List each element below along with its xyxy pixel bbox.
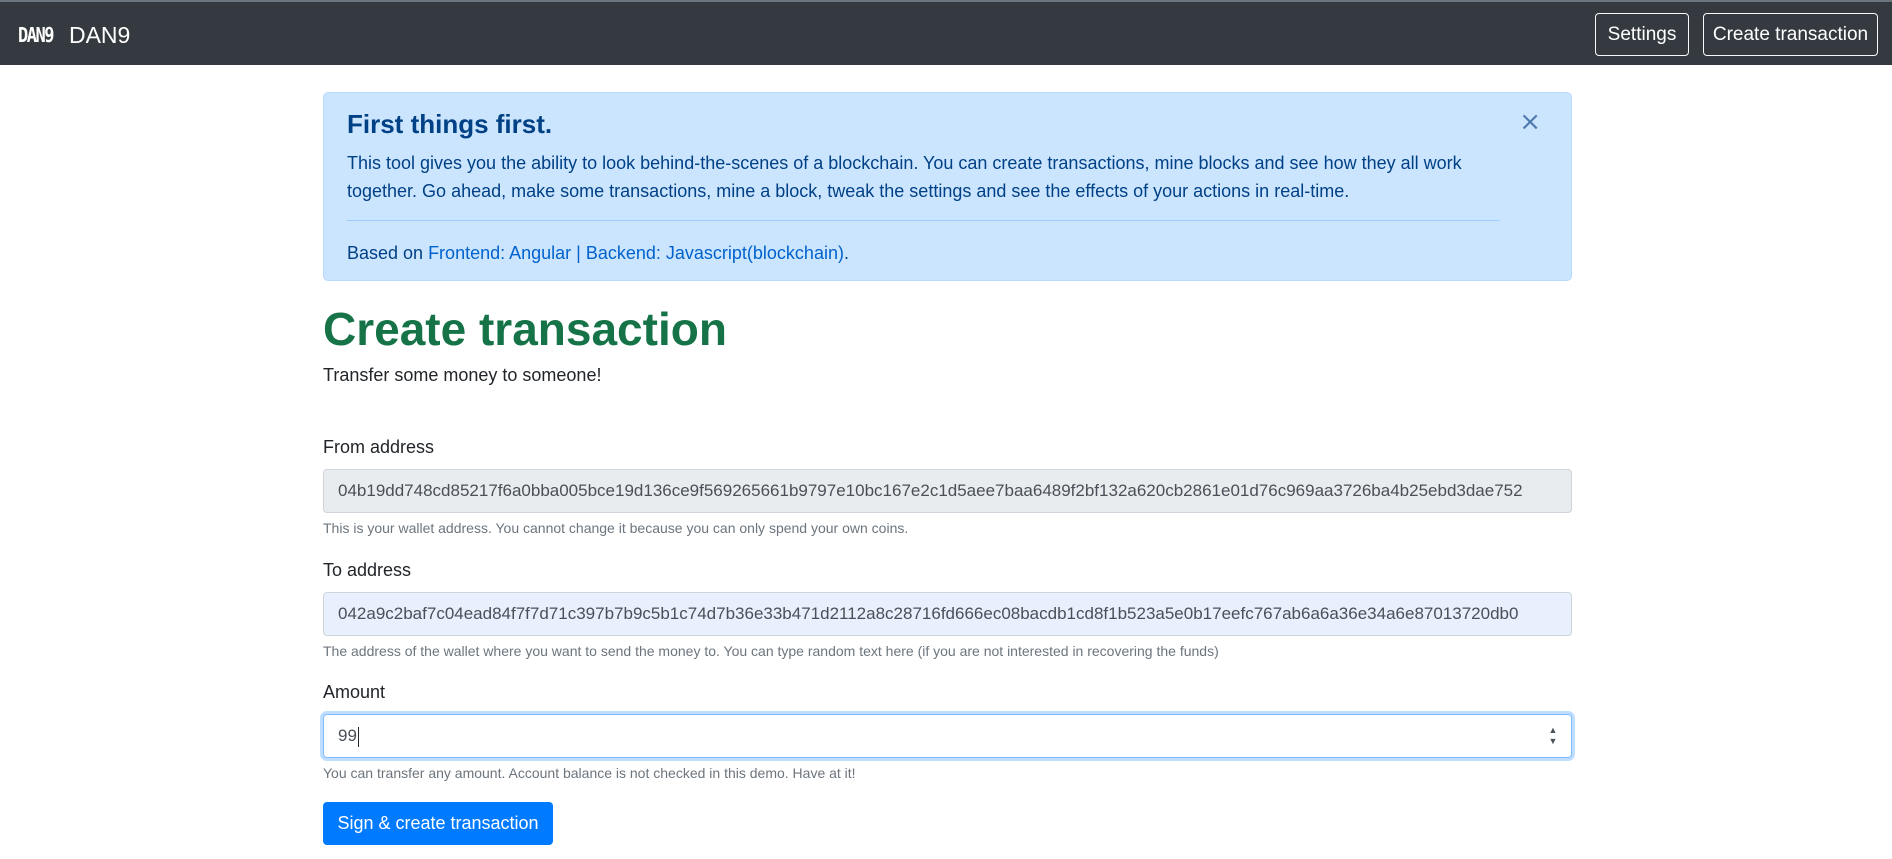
amount-input[interactable]: 99 ▲ ▼ <box>323 714 1572 758</box>
amount-value: 99 <box>338 726 357 745</box>
alert-divider <box>347 220 1500 221</box>
create-transaction-nav-button[interactable]: Create transaction <box>1703 13 1878 56</box>
from-address-label: From address <box>323 437 435 457</box>
alert-footer-prefix: Based on <box>347 243 429 263</box>
brand-logo: DAN9 <box>18 23 54 48</box>
page-title: Create transaction <box>323 303 727 355</box>
amount-help: You can transfer any amount. Account bal… <box>323 765 856 781</box>
brand-home-link[interactable]: DAN9 DAN9 <box>18 22 130 49</box>
alert-footer: Based on Frontend: Angular | Backend: Ja… <box>347 243 849 264</box>
settings-button[interactable]: Settings <box>1595 13 1689 56</box>
stepper-down-icon[interactable]: ▼ <box>1549 737 1558 746</box>
from-address-help: This is your wallet address. You cannot … <box>323 520 909 536</box>
intro-alert: First things first. × This tool gives yo… <box>323 92 1572 281</box>
to-address-label: To address <box>323 560 412 580</box>
page-subtitle: Transfer some money to someone! <box>323 365 602 385</box>
amount-label: Amount <box>323 682 386 702</box>
alert-text: This tool gives you the ability to look … <box>347 153 1462 201</box>
to-address-field[interactable]: 042a9c2baf7c04ead84f7f7d71c397b7b9c5b1c7… <box>323 592 1572 636</box>
from-address-field[interactable]: 04b19dd748cd85217f6a0bba005bce19d136ce9f… <box>323 469 1572 513</box>
sign-create-transaction-button[interactable]: Sign & create transaction <box>323 802 553 845</box>
amount-stepper[interactable]: ▲ ▼ <box>1547 726 1559 746</box>
source-link[interactable]: Frontend: Angular | Backend: Javascript(… <box>428 243 844 263</box>
text-caret <box>357 726 359 747</box>
top-navbar: DAN9 DAN9 Settings Create transaction <box>0 0 1892 65</box>
alert-heading: First things first. <box>347 109 553 139</box>
brand-name: DAN9 <box>68 22 131 48</box>
to-address-help: The address of the wallet where you want… <box>323 643 1219 659</box>
stepper-up-icon[interactable]: ▲ <box>1549 726 1558 735</box>
alert-footer-suffix: . <box>843 243 849 263</box>
close-icon[interactable]: × <box>1513 108 1547 136</box>
